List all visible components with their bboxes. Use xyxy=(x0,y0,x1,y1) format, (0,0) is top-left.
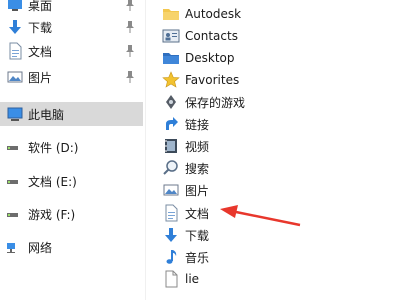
nav-item-label: 文档 (E:) xyxy=(28,174,77,189)
blank-file-icon xyxy=(162,270,180,288)
nav-item-drive-e[interactable]: 文档 (E:) xyxy=(0,170,143,192)
nav-item-drive-f[interactable]: 游戏 (F:) xyxy=(0,203,143,225)
pin-icon[interactable] xyxy=(124,0,136,12)
pin-icon[interactable] xyxy=(124,20,136,34)
nav-item-label: 网络 xyxy=(28,240,53,255)
list-item-label: 文档 xyxy=(185,206,210,221)
link-icon xyxy=(162,115,180,133)
star-icon xyxy=(162,71,180,89)
list-item-desktop[interactable]: Desktop xyxy=(158,47,398,69)
list-item-videos[interactable]: 视频 xyxy=(158,135,398,157)
nav-item-drive-d[interactable]: 软件 (D:) xyxy=(0,136,143,158)
download-arrow-icon xyxy=(6,18,24,36)
desktop-icon xyxy=(6,0,24,14)
nav-item-label: 图片 xyxy=(28,70,53,85)
download-arrow-icon xyxy=(162,226,180,244)
list-item-label: 图片 xyxy=(185,183,210,198)
nav-item-label: 软件 (D:) xyxy=(28,140,79,155)
list-item-contacts[interactable]: Contacts xyxy=(158,25,398,47)
list-item-label: 下载 xyxy=(185,228,210,243)
nav-item-pictures[interactable]: 图片 xyxy=(0,66,143,88)
drive-icon xyxy=(6,205,24,223)
list-item-downloads[interactable]: 下载 xyxy=(158,224,398,246)
file-list: Autodesk Contacts Desktop Favorites 保存的游… xyxy=(158,0,400,300)
nav-item-desktop[interactable]: 桌面 xyxy=(0,0,143,16)
pin-icon[interactable] xyxy=(124,44,136,58)
list-item-label: Contacts xyxy=(185,29,238,43)
nav-item-label: 游戏 (F:) xyxy=(28,207,76,222)
document-icon xyxy=(162,204,180,222)
list-item-label: 音乐 xyxy=(185,250,210,265)
nav-item-label: 文档 xyxy=(28,44,53,59)
nav-item-documents[interactable]: 文档 xyxy=(0,40,143,62)
list-item-saved-games[interactable]: 保存的游戏 xyxy=(158,91,398,113)
network-icon xyxy=(6,238,24,256)
nav-item-this-pc[interactable]: 此电脑 xyxy=(0,102,143,126)
pictures-icon xyxy=(162,181,180,199)
pictures-icon xyxy=(6,68,24,86)
desktop-folder-icon xyxy=(162,49,180,67)
list-item-lie[interactable]: lie xyxy=(158,268,398,290)
list-item-label: 搜索 xyxy=(185,161,210,176)
pin-icon[interactable] xyxy=(124,70,136,84)
list-item-searches[interactable]: 搜索 xyxy=(158,157,398,179)
nav-item-network[interactable]: 网络 xyxy=(0,236,143,258)
list-item-music[interactable]: 音乐 xyxy=(158,246,398,268)
list-item-label: lie xyxy=(185,272,200,286)
video-icon xyxy=(162,137,180,155)
navigation-pane: 桌面 下载 文档 图片 此电脑 软件 (D:) 文档 (E:) 游戏 (F:) … xyxy=(0,0,143,300)
nav-item-label: 下载 xyxy=(28,20,53,35)
document-icon xyxy=(6,42,24,60)
saved-games-icon xyxy=(162,93,180,111)
pane-divider[interactable] xyxy=(145,0,146,300)
list-item-label: 链接 xyxy=(185,117,210,132)
list-item-label: 保存的游戏 xyxy=(185,95,246,110)
nav-item-label: 此电脑 xyxy=(28,107,65,122)
list-item-autodesk[interactable]: Autodesk xyxy=(158,3,398,25)
list-item-documents[interactable]: 文档 xyxy=(158,202,398,224)
list-item-label: Autodesk xyxy=(185,7,242,21)
nav-item-downloads[interactable]: 下载 xyxy=(0,16,143,38)
this-pc-icon xyxy=(6,105,24,123)
list-item-label: Favorites xyxy=(185,73,240,87)
folder-icon xyxy=(162,5,180,23)
nav-item-label: 桌面 xyxy=(28,0,53,13)
contacts-icon xyxy=(162,27,180,45)
list-item-links[interactable]: 链接 xyxy=(158,113,398,135)
music-note-icon xyxy=(162,248,180,266)
list-item-label: 视频 xyxy=(185,139,210,154)
search-icon xyxy=(162,159,180,177)
list-item-pictures[interactable]: 图片 xyxy=(158,179,398,201)
list-item-label: Desktop xyxy=(185,51,235,65)
drive-icon xyxy=(6,172,24,190)
drive-icon xyxy=(6,138,24,156)
list-item-favorites[interactable]: Favorites xyxy=(158,69,398,91)
